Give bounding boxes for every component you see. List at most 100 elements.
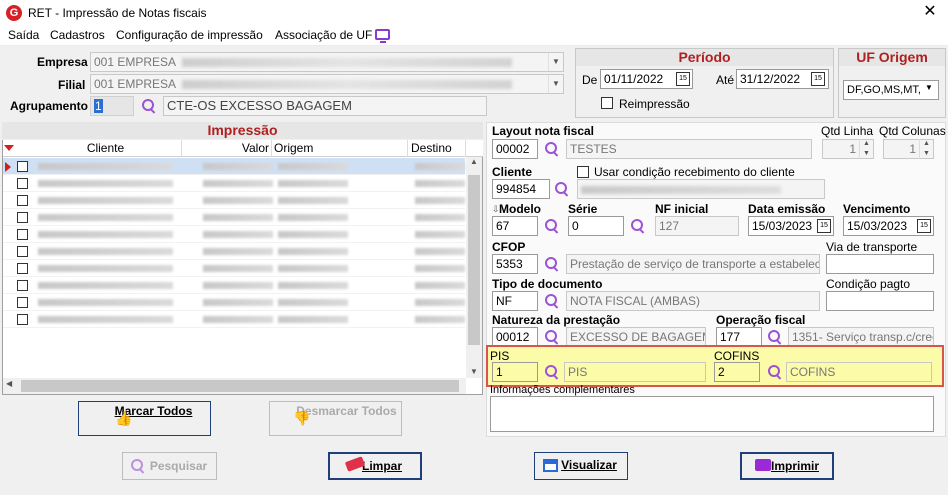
empresa-value: 001 EMPRESA [94, 55, 177, 69]
operacao-label: Operação fiscal [716, 313, 806, 327]
layout-code-input[interactable]: 00002 [492, 139, 538, 159]
search-icon[interactable] [768, 365, 782, 379]
scroll-left-icon[interactable]: ◀ [6, 379, 12, 388]
usar-condicao-checkbox[interactable] [577, 166, 589, 178]
calendar-icon[interactable]: 15 [811, 72, 825, 86]
row-checkbox[interactable] [17, 263, 28, 274]
search-icon[interactable] [545, 257, 559, 271]
cliente-code-input[interactable]: 994854 [492, 179, 550, 199]
chevron-down-icon[interactable]: ▼ [925, 83, 933, 92]
spinner-icon[interactable]: ▲ ▼ [919, 139, 933, 159]
menu-associacao-uf[interactable]: Associação de UF [275, 28, 372, 42]
row-checkbox[interactable] [17, 314, 28, 325]
scroll-up-icon[interactable]: ▲ [466, 157, 482, 166]
natureza-code-input[interactable]: 00012 [492, 327, 538, 347]
condicao-pagto-label: Condição pagto [826, 277, 911, 291]
table-row[interactable] [3, 158, 465, 175]
redacted-cell [278, 231, 348, 238]
vertical-scrollbar[interactable]: ▲ ▼ [466, 157, 482, 378]
redacted-cell [38, 197, 173, 204]
info-comp-textarea[interactable] [490, 396, 934, 432]
pis-code-input[interactable]: 1 [492, 362, 538, 382]
scroll-hthumb[interactable] [21, 380, 459, 392]
search-icon[interactable] [555, 182, 569, 196]
reimpressao-checkbox[interactable] [601, 97, 613, 109]
redacted-cell [38, 248, 173, 255]
calendar-icon[interactable]: 15 [917, 219, 931, 233]
row-checkbox[interactable] [17, 212, 28, 223]
spinner-icon[interactable]: ▲ ▼ [859, 139, 873, 159]
search-icon[interactable] [631, 219, 645, 233]
redacted-cell [415, 163, 465, 170]
monitor-icon[interactable] [375, 29, 390, 43]
cfop-code-input[interactable]: 5353 [492, 254, 538, 274]
col-origem[interactable]: Origem [272, 140, 408, 157]
table-row[interactable] [3, 175, 465, 192]
chevron-down-icon[interactable]: ▼ [548, 75, 563, 93]
horizontal-scrollbar[interactable]: ◀ [3, 378, 466, 394]
search-icon[interactable] [545, 142, 559, 156]
table-icon [543, 459, 558, 472]
redacted-cell [415, 180, 465, 187]
search-icon[interactable] [545, 365, 559, 379]
menu-configuracao-impressao[interactable]: Configuração de impressão [116, 28, 263, 42]
row-checkbox[interactable] [17, 178, 28, 189]
search-icon[interactable] [545, 330, 559, 344]
row-checkbox[interactable] [17, 161, 28, 172]
table-row[interactable] [3, 209, 465, 226]
table-row[interactable] [3, 192, 465, 209]
search-icon[interactable] [545, 294, 559, 308]
limpar-label: Limpar [361, 459, 402, 473]
col-destino[interactable]: Destino [408, 140, 466, 157]
calendar-icon[interactable]: 15 [817, 219, 831, 233]
tipo-documento-code-input[interactable]: NF [492, 291, 538, 311]
table-row[interactable] [3, 311, 465, 328]
redacted-cell [203, 214, 273, 221]
marcar-todos-button[interactable]: Marcar Todos [78, 401, 211, 436]
pis-description: PIS [564, 362, 706, 382]
condicao-pagto-input[interactable] [826, 291, 934, 311]
menu-cadastros[interactable]: Cadastros [50, 28, 105, 42]
serie-input[interactable]: 0 [568, 216, 624, 236]
redacted-cell [203, 248, 273, 255]
cofins-code-input[interactable]: 2 [714, 362, 760, 382]
calendar-icon[interactable]: 15 [676, 72, 690, 86]
empresa-select[interactable]: 001 EMPRESA [90, 52, 564, 72]
table-row[interactable] [3, 277, 465, 294]
de-label: De [582, 73, 598, 87]
search-icon[interactable] [142, 99, 156, 113]
search-icon[interactable] [768, 330, 782, 344]
agrupamento-code-input[interactable]: 1 [90, 96, 134, 116]
col-valor[interactable]: Valor [182, 140, 272, 157]
scroll-down-icon[interactable]: ▼ [466, 367, 482, 376]
close-icon[interactable]: ✕ [920, 1, 940, 23]
modelo-input[interactable]: 67 [492, 216, 538, 236]
col-cliente[interactable]: Cliente [30, 140, 182, 157]
redacted-cell [278, 248, 348, 255]
operacao-code-input[interactable]: 177 [716, 327, 762, 347]
chevron-down-icon[interactable]: ▼ [548, 53, 563, 71]
qtd-colunas-value: 1 [909, 142, 916, 156]
natureza-label: Natureza da prestação [492, 313, 621, 327]
uf-origem-value: DF,GO,MS,MT, [847, 84, 921, 96]
pis-label: PIS [490, 349, 510, 363]
sort-icon[interactable] [4, 145, 14, 151]
table-row[interactable] [3, 226, 465, 243]
search-icon[interactable] [545, 219, 559, 233]
menu-saida[interactable]: Saída [8, 28, 39, 42]
row-checkbox[interactable] [17, 195, 28, 206]
table-row[interactable] [3, 294, 465, 311]
desmarcar-todos-button[interactable]: Desmarcar Todos [269, 401, 402, 436]
empresa-label: Empresa [37, 55, 88, 69]
row-checkbox[interactable] [17, 280, 28, 291]
table-row[interactable] [3, 243, 465, 260]
row-checkbox[interactable] [17, 229, 28, 240]
scroll-thumb[interactable] [468, 175, 480, 345]
via-transporte-input[interactable] [826, 254, 934, 274]
filial-select[interactable]: 001 EMPRESA [90, 74, 564, 94]
table-row[interactable] [3, 260, 465, 277]
limpar-button[interactable]: Limpar [328, 452, 422, 480]
row-checkbox[interactable] [17, 246, 28, 257]
row-checkbox[interactable] [17, 297, 28, 308]
serie-label: Série [568, 202, 598, 216]
